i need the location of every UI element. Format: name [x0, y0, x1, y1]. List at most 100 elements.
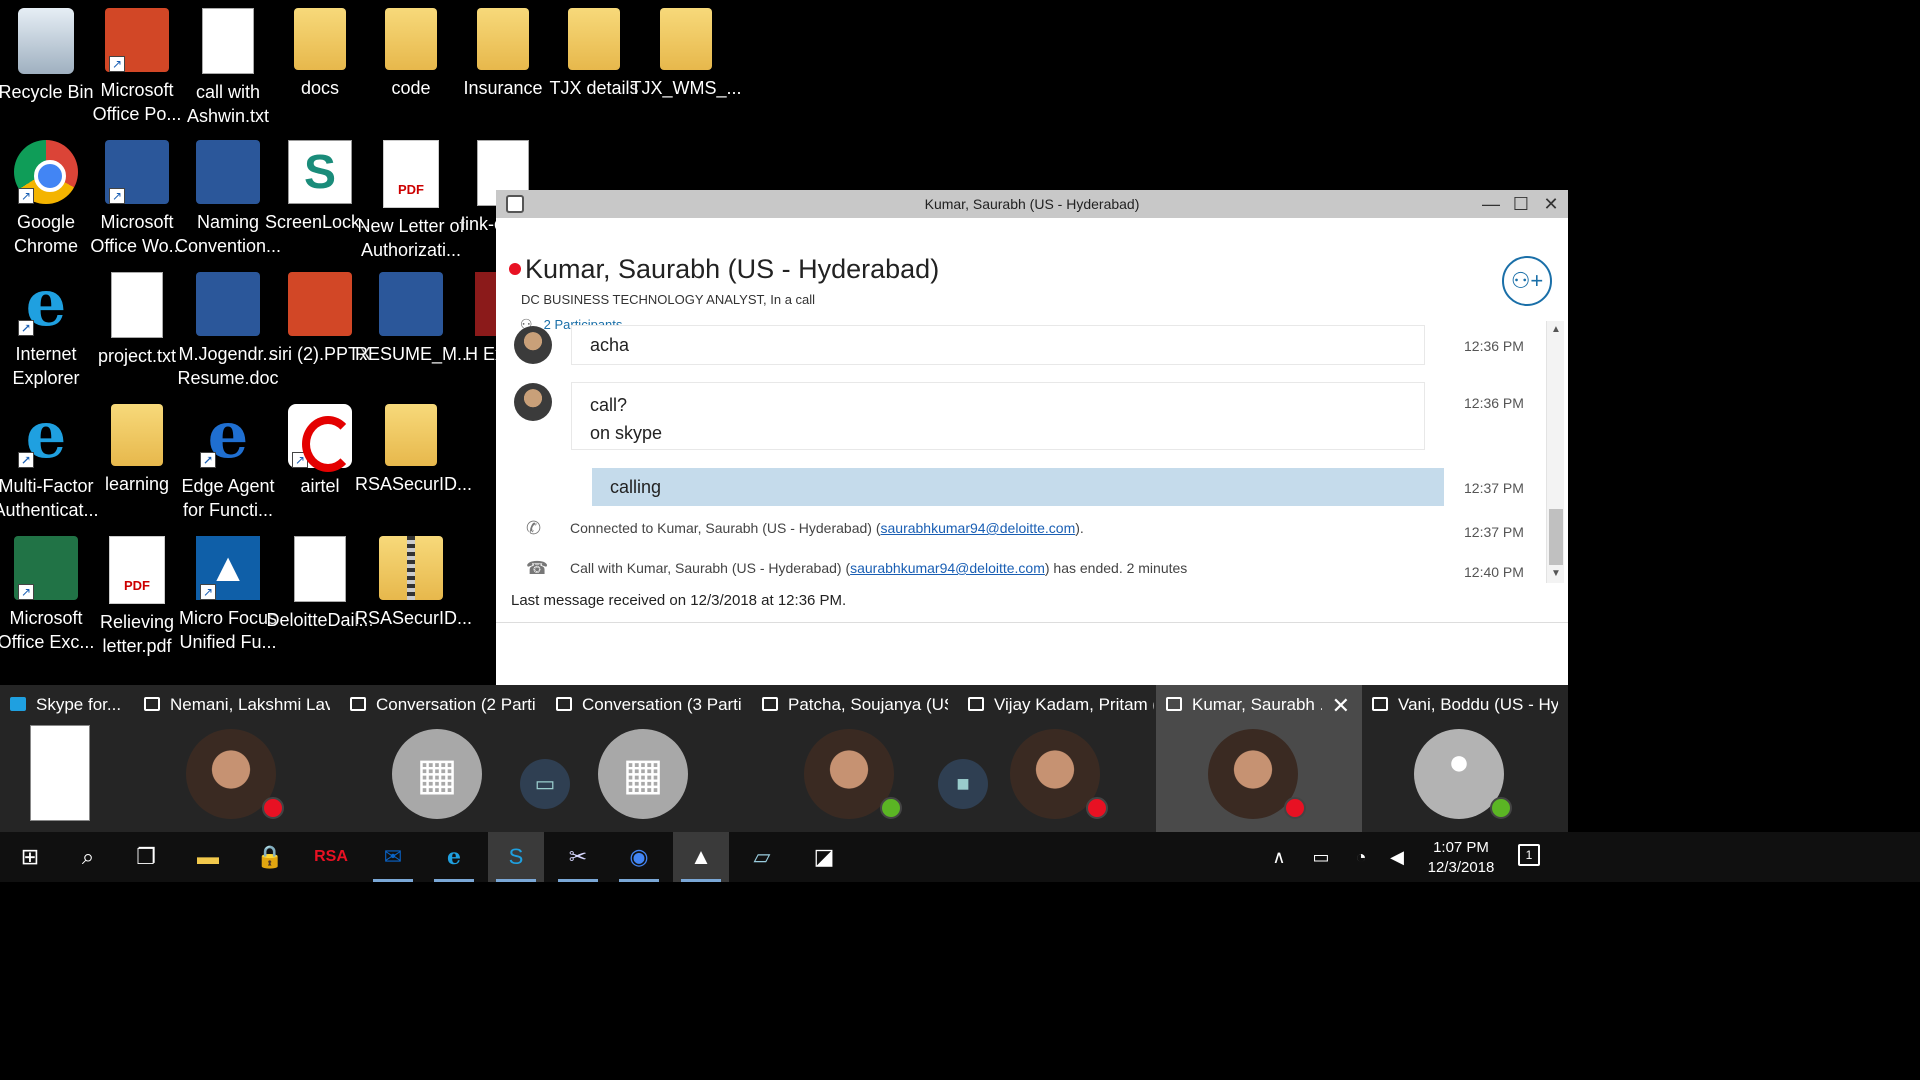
chat-icon: [1372, 697, 1388, 711]
rsa-icon[interactable]: RSA: [303, 832, 359, 882]
conversation-history: acha 12:36 PM call? on skype 12:36 PM ca…: [496, 318, 1546, 588]
preview-title-text: Patcha, Soujanya (US -...: [788, 695, 948, 714]
contact-name[interactable]: Kumar, Saurabh (US - Hyderabad): [525, 254, 939, 285]
taskbar-previews: Skype for... Nemani, Lakshmi Lava... Con…: [0, 685, 1568, 832]
presence-available-icon: [1490, 797, 1512, 819]
system-message: ✆ Connected to Kumar, Saurabh (US - Hyde…: [496, 518, 1536, 542]
presence-busy-icon: [1086, 797, 1108, 819]
preview-title: Nemani, Lakshmi Lava...: [144, 695, 330, 715]
message-bubble-outgoing: calling: [592, 468, 1444, 506]
file-explorer-icon[interactable]: ▬: [180, 832, 236, 882]
folder-icon: [111, 404, 163, 466]
preview-patcha[interactable]: Patcha, Soujanya (US -...: [752, 685, 958, 832]
wifi-icon[interactable]: ◔: [1344, 832, 1378, 882]
sticky-notes-icon[interactable]: ◪: [796, 832, 852, 882]
desktop-icon-rsasecurid-folder[interactable]: RSASecurID...: [355, 404, 472, 496]
notepad-icon[interactable]: ▱: [734, 832, 790, 882]
sender-avatar[interactable]: [514, 383, 552, 421]
phone-icon: ✆: [526, 518, 542, 538]
minimize-button[interactable]: —: [1476, 190, 1506, 218]
sender-avatar[interactable]: [514, 326, 552, 364]
screenlock-icon: [288, 140, 352, 204]
system-message-text: Connected to Kumar, Saurabh (US - Hydera…: [570, 520, 1084, 536]
preview-title-text: Vijay Kadam, Pritam (U...: [994, 695, 1154, 714]
word-icon: ↗: [105, 140, 169, 204]
preview-vani-boddu[interactable]: Vani, Boddu (US - Hyd...: [1362, 685, 1568, 832]
chat-icon: [968, 697, 984, 711]
internet-explorer-icon: e ↗: [14, 404, 78, 468]
zip-icon: [379, 536, 443, 600]
preview-vijay-kadam[interactable]: Vijay Kadam, Pritam (U... ■: [938, 685, 1164, 832]
chat-icon: [762, 697, 778, 711]
divider: [496, 622, 1568, 623]
message-timestamp: 12:37 PM: [1464, 524, 1524, 540]
text-file-icon: [111, 272, 163, 338]
system-message-prefix: Connected to Kumar, Saurabh (US - Hydera…: [570, 520, 881, 536]
desktop-icon-rsasecurid-zip[interactable]: RSASecurID...: [355, 536, 472, 630]
pdf-icon: [383, 140, 439, 208]
clock[interactable]: 1:07 PM 12/3/2018: [1406, 838, 1516, 878]
desktop-icon-tjx-wms[interactable]: TJX_WMS_...: [630, 8, 742, 100]
clock-time: 1:07 PM: [1433, 839, 1489, 856]
preview-title: Vijay Kadam, Pritam (U...: [968, 695, 1154, 715]
preview-conversation-3[interactable]: Conversation (3 Partici... ▭: [520, 685, 752, 832]
conversation-header: Kumar, Saurabh (US - Hyderabad) DC BUSIN…: [496, 218, 1568, 332]
message-line: on skype: [590, 423, 663, 443]
message-bubble: acha: [572, 326, 1424, 364]
action-center-icon[interactable]: 1: [1518, 844, 1540, 866]
preview-title: Patcha, Soujanya (US -...: [762, 695, 948, 715]
skype-icon[interactable]: S: [488, 832, 544, 882]
presence-busy-icon: [509, 263, 521, 275]
chat-icon: [1166, 697, 1182, 711]
contact-subtitle: DC BUSINESS TECHNOLOGY ANALYST, In a cal…: [521, 292, 816, 307]
show-hidden-icons-icon[interactable]: ∧: [1264, 832, 1294, 882]
preview-nemani[interactable]: Nemani, Lakshmi Lava...: [134, 685, 340, 832]
message-timestamp: 12:37 PM: [1464, 480, 1524, 496]
hang-up-icon: ☎: [526, 558, 549, 578]
start-button[interactable]: ⊞: [2, 832, 58, 882]
battery-icon[interactable]: ▭: [1304, 832, 1338, 882]
preview-title: Vani, Boddu (US - Hyd...: [1372, 695, 1558, 715]
preview-title-text: Conversation (3 Partici...: [582, 695, 742, 714]
internet-explorer-icon[interactable]: e: [426, 832, 482, 882]
text-file-icon: [202, 8, 254, 74]
preview-conversation-2[interactable]: Conversation (2 Partici...: [340, 685, 546, 832]
add-people-icon[interactable]: ⚇+: [1502, 256, 1552, 306]
scroll-up-icon[interactable]: ▲: [1547, 321, 1565, 339]
preview-title-text: Conversation (2 Partici...: [376, 695, 536, 714]
system-message-suffix: ) has ended. 2 minutes: [1044, 560, 1188, 576]
close-button[interactable]: ✕: [1536, 190, 1566, 218]
clock-date: 12/3/2018: [1427, 859, 1495, 876]
window-title: Kumar, Saurabh (US - Hyderabad): [924, 196, 1140, 212]
close-preview-icon[interactable]: ✕: [1332, 693, 1350, 719]
chat-icon: [350, 697, 366, 711]
chat-icon: [144, 697, 160, 711]
airtel-icon: ↗: [288, 404, 354, 472]
preview-title: Kumar, Saurabh ...: [1166, 695, 1322, 715]
title-bar[interactable]: Kumar, Saurabh (US - Hyderabad) — ☐ ✕: [496, 190, 1568, 218]
maximize-button[interactable]: ☐: [1506, 190, 1536, 218]
meeting-icon: [598, 729, 688, 819]
lock-icon[interactable]: 🔒: [242, 832, 298, 882]
snipping-tool-icon[interactable]: ✂: [550, 832, 606, 882]
video-icon: ■: [938, 759, 988, 809]
email-link[interactable]: saurabhkumar94@deloitte.com: [850, 560, 1045, 576]
scroll-down-icon[interactable]: ▼: [1547, 565, 1565, 583]
preview-title: Conversation (3 Partici...: [556, 695, 742, 715]
system-message-prefix: Call with Kumar, Saurabh (US - Hyderabad…: [570, 560, 851, 576]
folder-icon: [385, 8, 437, 70]
scrollbar-thumb[interactable]: [1549, 509, 1563, 565]
outlook-icon[interactable]: ✉: [365, 832, 421, 882]
task-view-icon[interactable]: ❐: [118, 832, 174, 882]
chrome-icon[interactable]: ◉: [611, 832, 667, 882]
email-link[interactable]: saurabhkumar94@deloitte.com: [881, 520, 1076, 536]
conversation-scrollbar[interactable]: ▲ ▼: [1546, 321, 1564, 583]
chat-bubble-icon: ▭: [520, 759, 570, 809]
folder-icon: [660, 8, 712, 70]
folder-icon: [294, 8, 346, 70]
preview-kumar-saurabh[interactable]: Kumar, Saurabh ... ✕: [1156, 685, 1362, 832]
recycle-bin-icon: [18, 8, 74, 74]
search-icon[interactable]: ⌕: [60, 832, 116, 882]
micro-focus-icon[interactable]: ▲: [673, 832, 729, 882]
message-row: call? on skype 12:36 PM: [496, 383, 1536, 453]
